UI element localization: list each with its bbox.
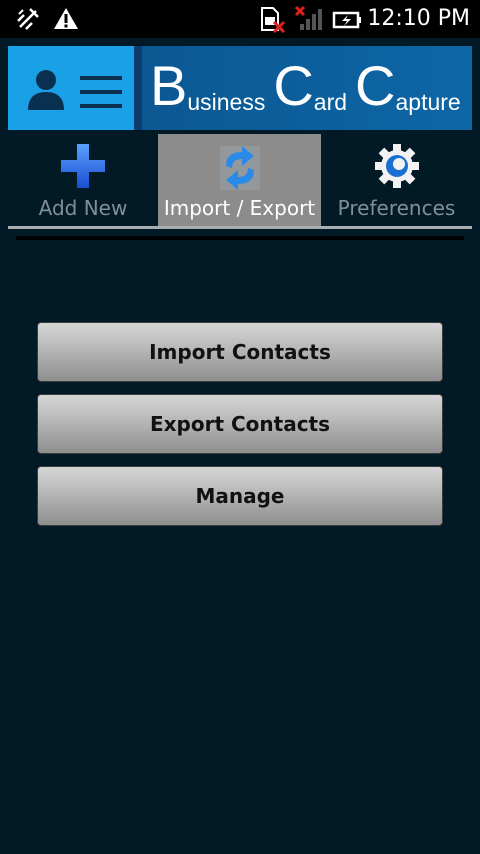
title-word: ard bbox=[313, 89, 348, 115]
title-letter: C bbox=[273, 54, 314, 117]
usb-debug-icon bbox=[14, 5, 42, 37]
divider bbox=[16, 236, 464, 240]
export-contacts-button[interactable]: Export Contacts bbox=[37, 394, 443, 454]
title-letter: B bbox=[150, 54, 188, 117]
app-title: Business Card Capture bbox=[150, 48, 461, 128]
tab-import-export[interactable]: Import / Export bbox=[158, 134, 321, 228]
tab-label: Preferences bbox=[337, 196, 456, 220]
battery-charging-icon bbox=[332, 5, 362, 37]
warning-icon bbox=[52, 5, 80, 37]
tab-add-new[interactable]: Add New bbox=[8, 134, 158, 228]
no-sim-icon bbox=[258, 5, 286, 37]
no-signal-icon bbox=[294, 5, 324, 37]
clock: 12:10 PM bbox=[367, 6, 470, 31]
app-banner: Business Card Capture bbox=[8, 46, 472, 130]
title-word: apture bbox=[395, 89, 461, 115]
import-contacts-button[interactable]: Import Contacts bbox=[37, 322, 443, 382]
tab-bar: Add New Import / Export Preferences bbox=[8, 134, 472, 228]
contact-card-icon bbox=[8, 46, 134, 130]
tab-underline bbox=[8, 226, 472, 229]
tab-label: Add New bbox=[38, 196, 128, 220]
plus-icon bbox=[59, 142, 107, 194]
banner-divider bbox=[134, 46, 142, 130]
tab-preferences[interactable]: Preferences bbox=[321, 134, 472, 228]
sync-arrows-icon bbox=[216, 142, 264, 198]
tab-label: Import / Export bbox=[163, 196, 316, 220]
manage-button[interactable]: Manage bbox=[37, 466, 443, 526]
gear-icon bbox=[373, 142, 421, 194]
title-letter: C bbox=[355, 54, 396, 117]
title-word: usiness bbox=[187, 89, 266, 115]
status-bar: 12:10 PM bbox=[0, 0, 480, 38]
